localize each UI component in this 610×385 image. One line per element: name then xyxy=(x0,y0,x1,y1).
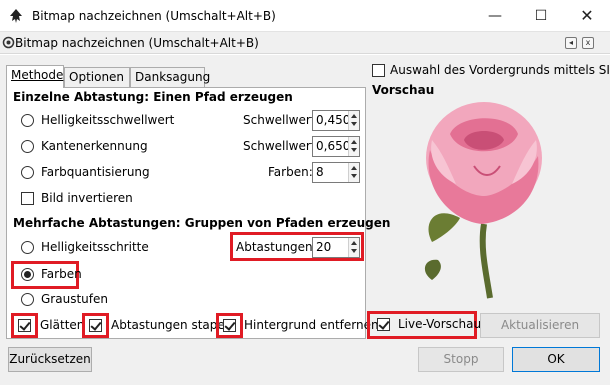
minimize-button[interactable]: — xyxy=(472,0,518,32)
maximize-button[interactable]: ☐ xyxy=(518,0,564,32)
tab-optionen[interactable]: Optionen xyxy=(64,67,130,87)
label-invert: Bild invertieren xyxy=(41,191,133,205)
radio-helligkeitsschritte[interactable] xyxy=(21,241,34,254)
threshold-spinbox-1[interactable]: 0,450 xyxy=(312,110,360,131)
multi-scan-title: Mehrfache Abtastungen: Gruppen von Pfade… xyxy=(13,216,391,230)
threshold-value-1: 0,450 xyxy=(316,113,351,127)
label-farbquantisierung: Farbquantisierung xyxy=(41,165,150,179)
preview-image xyxy=(424,102,542,299)
live-preview-checkbox[interactable] xyxy=(377,318,390,331)
dock-header: Bitmap nachzeichnen (Umschalt+Alt+B) ◂ x xyxy=(0,32,610,54)
label-hintergrund: Hintergrund entfernen xyxy=(244,318,379,332)
invert-checkbox[interactable] xyxy=(21,192,34,205)
single-scan-title: Einzelne Abtastung: Einen Pfad erzeugen xyxy=(13,90,293,104)
label-live-vorschau: Live-Vorschau xyxy=(398,317,482,331)
remove-bg-checkbox[interactable] xyxy=(223,319,236,332)
window-titlebar: Bitmap nachzeichnen (Umschalt+Alt+B) — ☐… xyxy=(0,0,610,32)
radio-farbquantisierung[interactable] xyxy=(21,166,34,179)
bitmap-trace-icon xyxy=(2,36,15,49)
scans-value: 20 xyxy=(316,240,332,254)
label-schwellwert-1: Schwellwert: xyxy=(243,113,320,127)
tab-methode[interactable]: Methode xyxy=(6,65,64,88)
radio-helligkeitsschwellwert[interactable] xyxy=(21,114,34,127)
label-graustufen: Graustufen xyxy=(41,292,108,306)
close-window-button[interactable]: ✕ xyxy=(564,0,610,32)
dialog-body: Methode Optionen Danksagung Einzelne Abt… xyxy=(0,55,610,385)
scans-spinbox[interactable]: 20 xyxy=(312,237,360,258)
update-button[interactable]: Aktualisieren xyxy=(480,313,600,338)
window-title: Bitmap nachzeichnen (Umschalt+Alt+B) xyxy=(32,9,276,23)
tab-danksagung[interactable]: Danksagung xyxy=(130,67,210,87)
preview-title: Vorschau xyxy=(372,83,435,97)
label-glaetten: Glätten xyxy=(40,318,85,332)
label-helligkeitsschritte: Helligkeitsschritte xyxy=(41,240,149,254)
label-helligkeitsschwellwert: Helligkeitsschwellwert xyxy=(41,113,175,127)
dock-back-button[interactable]: ◂ xyxy=(565,37,577,49)
inkscape-icon xyxy=(10,9,22,23)
radio-kantenerkennung[interactable] xyxy=(21,140,34,153)
colors-value: 8 xyxy=(316,165,324,179)
dock-close-button[interactable]: x xyxy=(582,37,594,49)
ok-button[interactable]: OK xyxy=(512,347,600,372)
siox-checkbox[interactable] xyxy=(372,64,385,77)
label-abtastungen: Abtastungen: xyxy=(236,240,317,254)
radio-farben[interactable] xyxy=(21,268,34,281)
radio-graustufen[interactable] xyxy=(21,293,34,306)
stack-checkbox[interactable] xyxy=(89,319,102,332)
smooth-checkbox[interactable] xyxy=(18,319,31,332)
label-schwellwert-2: Schwellwert: xyxy=(243,139,320,153)
reset-button[interactable]: Zurücksetzen xyxy=(8,347,92,372)
spin-arrows-icon[interactable] xyxy=(348,111,359,130)
colors-spinbox[interactable]: 8 xyxy=(312,162,360,183)
spin-arrows-icon[interactable] xyxy=(348,137,359,156)
spin-arrows-icon[interactable] xyxy=(348,163,359,182)
label-siox: Auswahl des Vordergrunds mittels SIOX xyxy=(390,63,610,77)
label-farben: Farben xyxy=(41,267,82,281)
dock-title: Bitmap nachzeichnen (Umschalt+Alt+B) xyxy=(15,36,259,50)
method-panel: Einzelne Abtastung: Einen Pfad erzeugen … xyxy=(6,87,390,339)
label-farben-count: Farben: xyxy=(268,165,313,179)
spin-arrows-icon[interactable] xyxy=(348,238,359,257)
threshold-spinbox-2[interactable]: 0,650 xyxy=(312,136,360,157)
label-kantenerkennung: Kantenerkennung xyxy=(41,139,148,153)
stop-button[interactable]: Stopp xyxy=(418,347,504,372)
threshold-value-2: 0,650 xyxy=(316,139,351,153)
